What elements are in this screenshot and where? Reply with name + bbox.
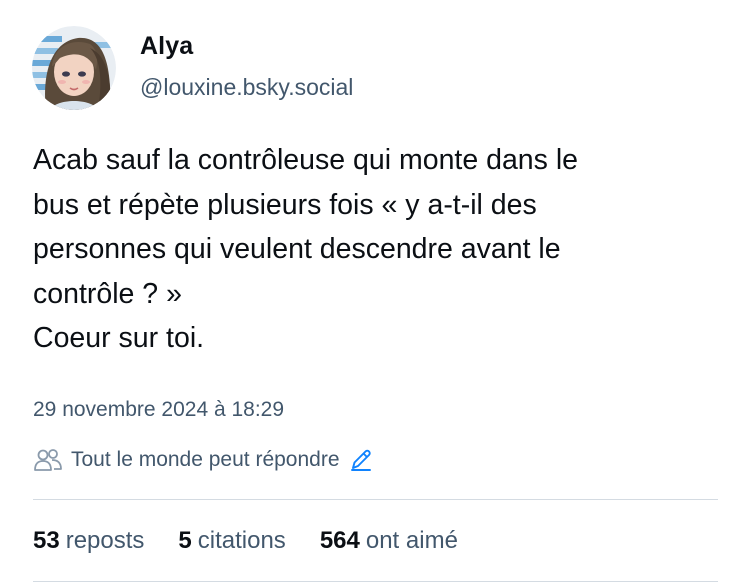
post-timestamp[interactable]: 29 novembre 2024 à 18:29 <box>33 398 284 422</box>
quotes-count: 5 <box>178 527 192 554</box>
likes-label: ont aimé <box>365 527 458 554</box>
post-text-line: Acab sauf la contrôleuse qui monte dans … <box>33 144 579 176</box>
avatar[interactable] <box>32 26 116 110</box>
avatar-image <box>32 26 116 110</box>
post-stats: 53 reposts 5 citations 564 ont aimé <box>33 527 458 555</box>
post-thread-item: Alya @louxine.bsky.social Acab sauf la c… <box>0 0 737 583</box>
quotes-stat[interactable]: 5 citations <box>178 527 285 555</box>
quotes-label: citations <box>197 527 286 554</box>
post-text-line: bus et répète plusieurs fois « y a-t-il … <box>33 188 537 221</box>
people-icon <box>33 447 63 473</box>
likes-stat[interactable]: 564 ont aimé <box>320 527 458 555</box>
divider <box>33 499 718 500</box>
reply-settings[interactable]: Tout le monde peut répondre <box>33 444 374 476</box>
author-display-name[interactable]: Alya <box>140 32 193 61</box>
divider <box>33 581 718 582</box>
post-text: Acab sauf la contrôleuse qui monte dans … <box>33 138 723 361</box>
reposts-label: reposts <box>65 527 145 554</box>
reposts-stat[interactable]: 53 reposts <box>33 527 144 555</box>
post-text-line: Coeur sur toi. <box>33 322 205 354</box>
post-text-line: personnes qui veulent descendre avant le <box>33 233 561 265</box>
author-handle[interactable]: @louxine.bsky.social <box>140 74 353 101</box>
likes-count: 564 <box>319 527 360 554</box>
reply-settings-label: Tout le monde peut répondre <box>71 448 340 471</box>
reposts-count: 53 <box>33 527 60 554</box>
post-text-line: contrôle ? » <box>33 277 182 310</box>
pencil-icon[interactable] <box>348 447 374 473</box>
